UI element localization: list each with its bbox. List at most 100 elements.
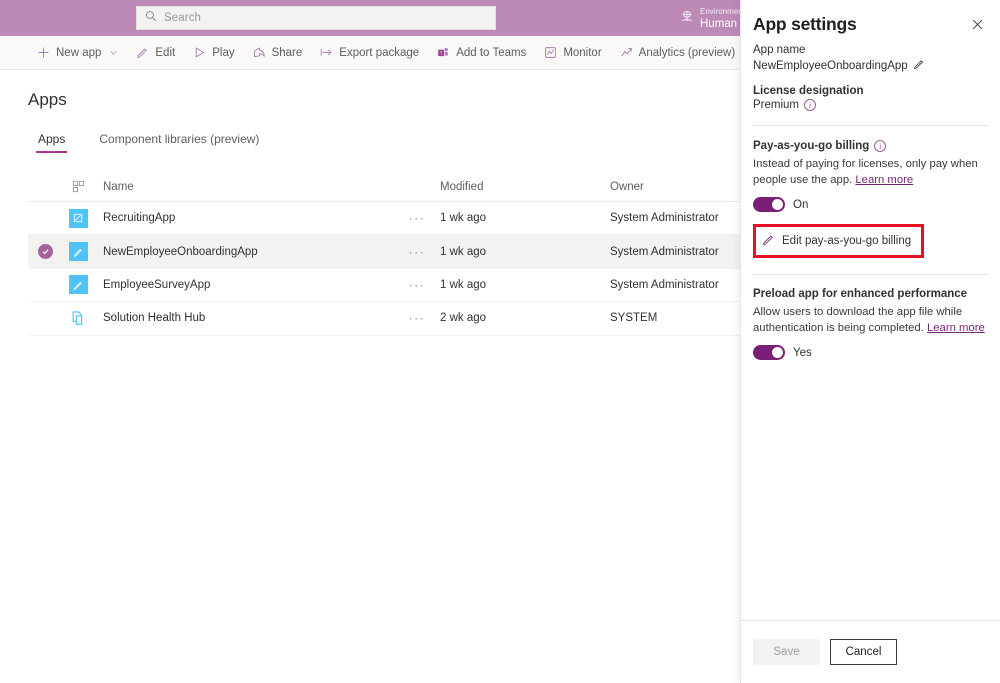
save-button[interactable]: Save <box>753 639 820 665</box>
panel-header: App settings <box>741 10 1000 38</box>
app-settings-panel: App settings App name NewEmployeeOnboard… <box>740 0 1000 683</box>
close-icon[interactable] <box>966 13 988 35</box>
divider <box>753 125 989 126</box>
model-app-icon <box>62 310 94 327</box>
add-to-teams-button[interactable]: T Add to Teams <box>428 38 535 68</box>
preload-toggle-row: Yes <box>753 345 989 360</box>
search-placeholder: Search <box>164 12 201 24</box>
analytics-label: Analytics (preview) <box>639 47 736 59</box>
payg-heading: Pay-as-you-go billing <box>753 140 869 152</box>
new-app-button[interactable]: New app <box>28 38 127 68</box>
checkmark-icon <box>38 244 53 259</box>
table-row[interactable]: Solution Health Hub ··· 2 wk ago SYSTEM <box>28 302 740 335</box>
edit-payg-highlight-box: Edit pay-as-you-go billing <box>753 224 924 258</box>
panel-footer: Save Cancel <box>741 620 1000 683</box>
table-row[interactable]: EmployeeSurveyApp ··· 1 wk ago System Ad… <box>28 269 740 302</box>
app-type-column-icon <box>62 180 94 193</box>
app-name-label: App name <box>753 44 989 56</box>
environment-icon <box>680 10 694 29</box>
plus-icon <box>37 46 50 59</box>
svg-text:T: T <box>440 51 443 57</box>
row-overflow-menu[interactable]: ··· <box>394 311 440 325</box>
share-label: Share <box>272 47 303 59</box>
environment-label: Environment <box>700 7 742 17</box>
canvas-app-icon <box>62 275 94 294</box>
row-select-cell[interactable] <box>28 244 62 259</box>
canvas-app-icon <box>62 242 94 261</box>
tab-apps[interactable]: Apps <box>28 130 75 153</box>
tab-component-libraries[interactable]: Component libraries (preview) <box>89 130 269 153</box>
preload-description: Allow users to download the app file whi… <box>753 305 989 336</box>
app-modified: 1 wk ago <box>440 212 610 224</box>
play-icon <box>193 46 206 59</box>
pencil-icon[interactable] <box>913 58 925 73</box>
export-package-button[interactable]: Export package <box>311 38 428 68</box>
search-icon <box>145 9 157 27</box>
apps-main-content: Apps Apps Component libraries (preview) … <box>0 70 740 683</box>
column-header-owner[interactable]: Owner <box>610 181 740 193</box>
app-modified: 1 wk ago <box>440 279 610 291</box>
teams-icon: T <box>437 46 450 59</box>
canvas-app-icon <box>62 209 94 228</box>
search-input[interactable]: Search <box>136 6 496 30</box>
panel-body: App name NewEmployeeOnboardingApp Licens… <box>741 40 1000 360</box>
app-name[interactable]: EmployeeSurveyApp <box>94 279 394 291</box>
app-modified: 2 wk ago <box>440 312 610 324</box>
environment-selector[interactable]: Environment Human <box>680 2 742 36</box>
export-package-label: Export package <box>339 47 419 59</box>
edit-payg-billing-button[interactable]: Edit pay-as-you-go billing <box>758 231 915 251</box>
license-designation-value-row: Premium i <box>753 99 989 111</box>
monitor-label: Monitor <box>563 47 601 59</box>
divider <box>753 274 989 275</box>
payg-learn-more-link[interactable]: Learn more <box>855 174 913 186</box>
app-owner: System Administrator <box>610 279 740 291</box>
preload-heading: Preload app for enhanced performance <box>753 288 989 300</box>
panel-title: App settings <box>753 14 857 35</box>
app-name[interactable]: NewEmployeeOnboardingApp <box>94 246 394 258</box>
export-icon <box>320 46 333 59</box>
edit-payg-billing-label: Edit pay-as-you-go billing <box>782 235 911 247</box>
info-icon[interactable]: i <box>874 140 886 152</box>
payg-toggle-state: On <box>793 199 808 211</box>
page-title: Apps <box>28 90 67 110</box>
app-name[interactable]: RecruitingApp <box>94 212 394 224</box>
tab-component-libraries-label: Component libraries (preview) <box>99 132 259 146</box>
preload-toggle[interactable] <box>753 345 785 360</box>
add-to-teams-label: Add to Teams <box>456 47 526 59</box>
column-header-name[interactable]: Name <box>94 181 394 193</box>
share-button[interactable]: Share <box>244 38 312 68</box>
payg-heading-row: Pay-as-you-go billing i <box>753 140 989 152</box>
row-overflow-menu[interactable]: ··· <box>394 278 440 292</box>
payg-toggle[interactable] <box>753 197 785 212</box>
column-header-modified[interactable]: Modified <box>440 181 610 193</box>
share-icon <box>253 46 266 59</box>
cancel-button[interactable]: Cancel <box>830 639 897 665</box>
table-row[interactable]: NewEmployeeOnboardingApp ··· 1 wk ago Sy… <box>28 235 740 268</box>
content-tabs: Apps Component libraries (preview) <box>28 130 269 153</box>
edit-label: Edit <box>155 47 175 59</box>
pencil-icon <box>762 233 775 249</box>
license-designation-label: License designation <box>753 85 989 97</box>
app-name[interactable]: Solution Health Hub <box>94 312 394 324</box>
row-overflow-menu[interactable]: ··· <box>394 211 440 225</box>
table-row[interactable]: RecruitingApp ··· 1 wk ago System Admini… <box>28 202 740 235</box>
app-owner: SYSTEM <box>610 312 740 324</box>
tab-apps-label: Apps <box>38 132 65 146</box>
row-overflow-menu[interactable]: ··· <box>394 245 440 259</box>
edit-button[interactable]: Edit <box>127 38 184 68</box>
analytics-button[interactable]: Analytics (preview) <box>611 38 745 68</box>
play-button[interactable]: Play <box>184 38 243 68</box>
preload-learn-more-link[interactable]: Learn more <box>927 322 985 334</box>
chevron-down-icon <box>109 48 118 57</box>
apps-table: Name Modified Owner RecruitingApp ··· 1 … <box>28 172 740 336</box>
monitor-button[interactable]: Monitor <box>535 38 610 68</box>
license-designation-value: Premium <box>753 99 799 111</box>
environment-name: Human <box>700 17 742 31</box>
new-app-label: New app <box>56 47 101 59</box>
app-owner: System Administrator <box>610 246 740 258</box>
payg-description: Instead of paying for licenses, only pay… <box>753 157 989 188</box>
monitor-icon <box>544 46 557 59</box>
info-icon[interactable]: i <box>804 99 816 111</box>
app-owner: System Administrator <box>610 212 740 224</box>
app-modified: 1 wk ago <box>440 246 610 258</box>
